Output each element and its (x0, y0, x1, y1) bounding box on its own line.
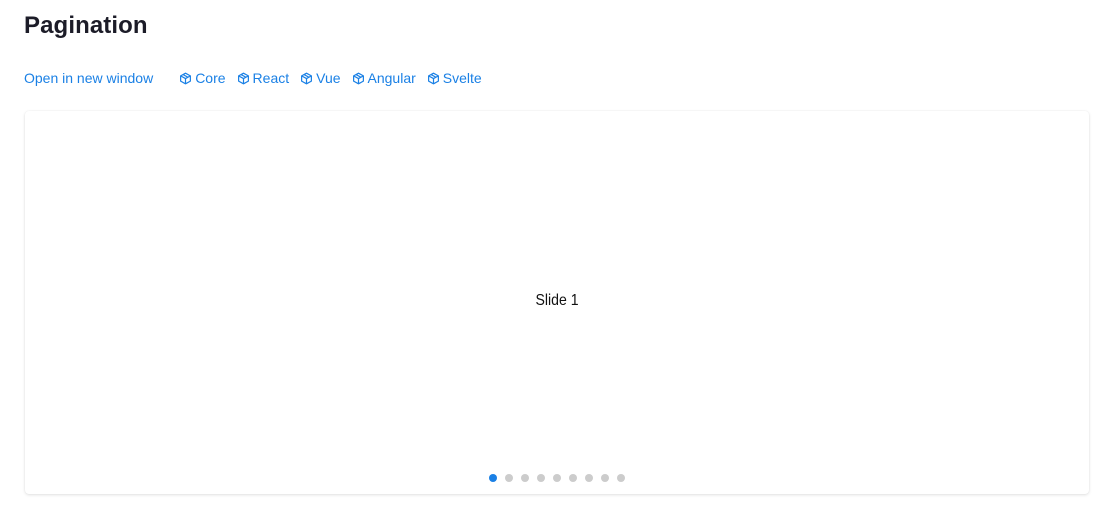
framework-link-vue[interactable]: Vue (300, 70, 341, 86)
demo-links-bar: Open in new window Core React Vue Angula… (24, 68, 482, 88)
open-in-new-window-link[interactable]: Open in new window (24, 70, 153, 86)
pagination-bullet[interactable] (585, 474, 593, 482)
pagination-bullet[interactable] (537, 474, 545, 482)
pagination-bullet-active[interactable] (489, 474, 497, 482)
pagination-bullet[interactable] (553, 474, 561, 482)
pagination-bullet[interactable] (521, 474, 529, 482)
slide[interactable]: Slide 1 (25, 111, 1089, 494)
pagination-bullet[interactable] (505, 474, 513, 482)
pagination-bullet[interactable] (569, 474, 577, 482)
framework-link-angular[interactable]: Angular (352, 70, 416, 86)
cube-icon (352, 72, 365, 85)
framework-link-label: Vue (316, 70, 341, 86)
pagination-bullet[interactable] (617, 474, 625, 482)
demo-frame: Slide 1 (25, 111, 1089, 494)
cube-icon (237, 72, 250, 85)
cube-icon (179, 72, 192, 85)
framework-link-label: Angular (367, 70, 416, 86)
pagination-bullet[interactable] (601, 474, 609, 482)
cube-icon (427, 72, 440, 85)
framework-link-react[interactable]: React (237, 70, 290, 86)
framework-link-svelte[interactable]: Svelte (427, 70, 482, 86)
framework-link-core[interactable]: Core (179, 70, 226, 86)
cube-icon (300, 72, 313, 85)
framework-link-label: Core (195, 70, 226, 86)
page: Pagination Open in new window Core React… (0, 0, 1111, 509)
page-title: Pagination (24, 12, 148, 39)
framework-link-label: React (252, 70, 290, 86)
pagination (25, 473, 1089, 483)
framework-link-label: Svelte (442, 70, 482, 86)
slide-label: Slide 1 (535, 292, 579, 309)
